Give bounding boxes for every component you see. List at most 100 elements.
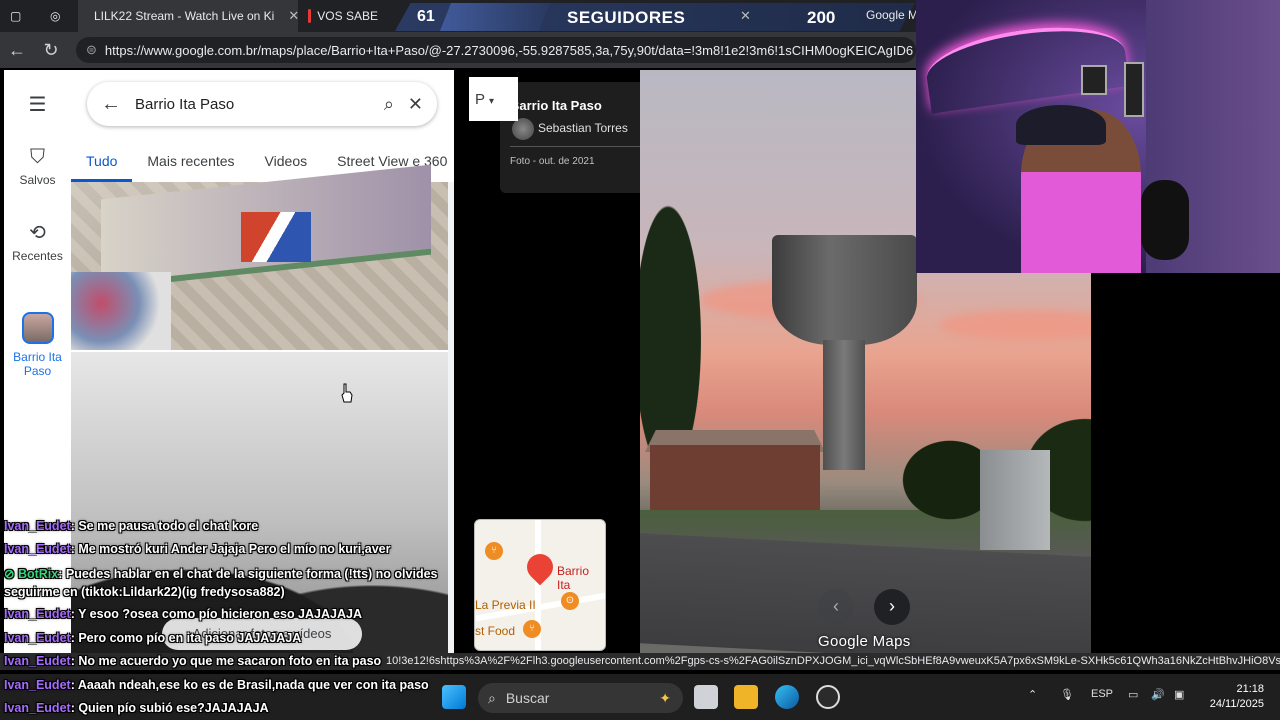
status-url-text: 10!3e12!6shttps%3A%2F%2Flh3.googleuserco… [386,655,1280,667]
chevron-up-icon[interactable]: ⌃ [1028,688,1037,701]
url-field[interactable]: ⊜ https://www.google.com.br/maps/place/B… [76,37,916,63]
pegman-icon: P [475,91,486,108]
chat-message: ⊘ BotRix: Puedes hablar en el chat de la… [4,566,437,581]
map-place-label: Barrio Ita [557,564,590,592]
chat-user: Ivan_Eudet [4,701,71,715]
tab-globe[interactable]: ◎ [40,0,78,32]
chat-message: Ivan_Eudet: Quien pío subió ese?JAJAJAJA [4,701,269,715]
photo-thumbnail[interactable] [71,164,448,350]
shopping-icon: ⊙ [561,592,579,610]
microphone [1141,180,1189,260]
goal-label: SEGUIDORES [567,8,686,27]
obs-icon[interactable] [816,685,840,709]
clock-date: 24/11/2025 [1209,698,1264,710]
saved-button[interactable]: ⛉ Salvos [4,146,71,187]
map-pin-icon [521,548,559,586]
chat-user: BotRix [17,567,59,581]
language-indicator[interactable]: ESP [1091,688,1113,700]
blank-area [1091,273,1280,660]
tab-window-menu[interactable]: ▢ [0,0,40,32]
tab-youtube[interactable]: VOS SABE [298,0,388,32]
hamburger-icon: ☰ [28,94,47,116]
tab-recent[interactable]: Mais recentes [132,150,249,182]
address-bar: ← ↻ ⊜ https://www.google.com.br/maps/pla… [0,32,916,68]
chat-user: Ivan_Eudet [4,542,71,556]
edge-icon[interactable] [775,685,799,709]
map-label: st Food [475,624,516,638]
cloth-image [71,272,171,350]
google-maps-logo: Google Maps [818,633,911,650]
close-icon[interactable]: ✕ [408,94,423,115]
water-tower-column [823,340,865,470]
wall-frame [1124,62,1144,117]
bookmark-icon: ⛉ [30,146,45,168]
microphone-icon[interactable]: 🎙 [1060,688,1074,701]
tab-kick-stream[interactable]: LILK22 Stream - Watch Live on Ki ✕ [78,0,298,32]
wall-frame [1081,65,1107,95]
place-thumbnail [21,312,54,344]
chat-user: Ivan_Eudet [4,654,71,668]
chat-message: Ivan_Eudet: Y esoo ?osea como pío hicier… [4,607,362,621]
place-label: Barrio Ita Paso [13,350,62,378]
back-arrow-icon[interactable]: ← [101,93,121,116]
restaurant-icon: ⑂ [485,542,503,560]
recent-place-button[interactable]: Barrio Ita Paso [4,312,71,378]
search-input[interactable]: Barrio Ita Paso [135,96,370,113]
tab-label: Google M [866,8,919,22]
flag-image [241,212,311,262]
chat-text: : No me acuerdo yo que me sacaron foto e… [70,654,382,668]
recent-button[interactable]: ⟲ Recentes [4,220,71,263]
network-icon[interactable]: ▭ [1128,688,1138,701]
chat-user: Ivan_Eudet [4,631,71,645]
url-text: https://www.google.com.br/maps/place/Bar… [104,42,914,58]
back-arrow-icon[interactable]: ← [0,40,34,61]
hand-cursor-icon [341,383,353,403]
chat-text: seguirme en (tiktok:Lildark22)(ig fredys… [4,585,285,599]
photo-title: Barrio Ita Paso [510,98,602,113]
close-icon[interactable]: ✕ [288,8,298,24]
file-explorer-icon[interactable] [734,685,758,709]
menu-button[interactable]: ☰ [4,92,71,121]
photo-date: Foto - out. de 2021 [510,156,595,167]
chat-message: Ivan_Eudet: No me acuerdo yo que me saca… [4,654,381,668]
shed [980,450,1050,550]
tab-all[interactable]: Tudo [71,150,133,182]
chat-message: Ivan_Eudet: Se me pausa todo el chat kor… [4,519,258,533]
site-info-icon[interactable]: ⊜ [86,42,97,58]
task-view-icon[interactable] [694,685,718,709]
chat-text: : Se me pausa todo el chat kore [70,519,259,533]
house [650,445,820,515]
chat-text: : Quien pío subió ese?JAJAJAJA [70,701,269,715]
goal-progress-stripe [440,3,550,31]
search-box[interactable]: ← Barrio Ita Paso ⌕ ✕ [87,82,437,126]
chat-message: Ivan_Eudet: Pero como pío en ita paso JA… [4,631,301,645]
reload-icon[interactable]: ↻ [34,40,68,61]
close-icon[interactable]: ✕ [740,8,751,24]
tab-label: LILK22 Stream - Watch Live on Ki [94,9,275,23]
recent-label: Recentes [12,249,63,263]
photo-author[interactable]: Sebastian Torres [538,121,628,135]
previous-photo-button[interactable]: ‹ [818,589,854,625]
dropdown-icon: ▾ [489,96,495,107]
volume-icon[interactable]: 🔊 [1151,688,1165,701]
pegman-button[interactable]: P ▾ [469,77,518,121]
history-icon: ⟲ [29,222,46,244]
restaurant-icon: ⑂ [523,620,541,638]
windows-start-icon[interactable] [442,685,466,709]
battery-icon[interactable]: ▣ [1174,688,1184,701]
chat-user: Ivan_Eudet [4,678,71,692]
divider [510,146,643,147]
chat-text: : Pero como pío en ita paso JAJAJAJA [70,631,302,645]
chat-text: : Y esoo ?osea como pío hicieron eso JAJ… [70,607,362,621]
minimap[interactable]: ⑂ ⊙ ⑂ Barrio Ita La Previa II st Food [474,519,606,651]
youtube-icon [308,9,312,23]
chat-text: : Me mostró kuri Ander Jajaja Pero el mí… [70,542,391,556]
tab-google-maps[interactable]: Google M [866,8,918,22]
clock-time: 21:18 [1236,683,1264,695]
taskbar-search[interactable]: ⌕ Buscar ✦ [478,683,683,713]
search-icon[interactable]: ⌕ [384,94,394,115]
next-photo-button[interactable]: › [874,589,910,625]
search-icon: ⌕ [488,689,496,706]
chat-user: Ivan_Eudet [4,607,71,621]
clock[interactable]: 21:18 24/11/2025 [1198,682,1264,712]
